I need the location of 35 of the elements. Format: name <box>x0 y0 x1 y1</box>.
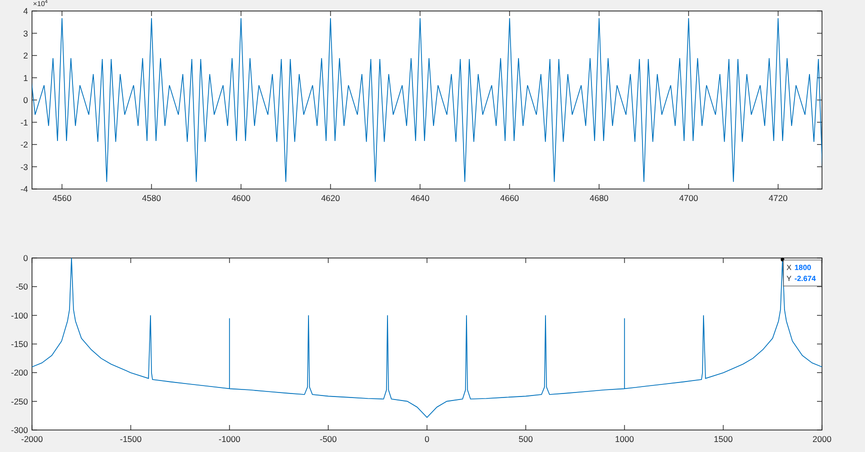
tick-label: 1 <box>23 72 28 83</box>
tick-label: -150 <box>10 339 28 349</box>
tick-label: 4560 <box>52 193 72 203</box>
tick-label: 4 <box>23 6 28 16</box>
tick-label: 500 <box>518 434 533 444</box>
tick-label: 2000 <box>812 434 832 444</box>
tick-label: -200 <box>10 368 28 378</box>
tick-label: 0 <box>23 95 28 105</box>
tick-label: 4580 <box>142 193 161 203</box>
tick-label: 4620 <box>321 193 340 203</box>
tick-label: 4720 <box>768 193 788 203</box>
tick-label: 3 <box>23 28 28 38</box>
tick-label: 0 <box>424 434 430 444</box>
tick-label: -1000 <box>218 434 240 444</box>
tick-label: -100 <box>10 310 28 320</box>
tick-label: -1 <box>20 117 28 128</box>
tick-label: 4660 <box>500 193 520 203</box>
tick-label: -500 <box>320 434 337 444</box>
tick-label: 4680 <box>590 193 609 203</box>
tick-label: 2 <box>23 50 28 60</box>
tick-label: -2 <box>20 140 28 150</box>
tick-label: -2000 <box>21 434 43 444</box>
tick-label: -1500 <box>120 434 142 444</box>
tick-label: -250 <box>10 396 28 406</box>
tick-label: -300 <box>10 425 28 435</box>
tick-label: 1000 <box>615 434 634 444</box>
tick-label: 4600 <box>232 193 250 203</box>
tick-label: -50 <box>16 282 28 292</box>
tick-label: -3 <box>20 162 28 172</box>
tick-label: 1500 <box>714 434 733 444</box>
tick-label: -4 <box>20 184 28 194</box>
tick-label: 0 <box>23 253 28 263</box>
tick-label: 4640 <box>410 193 430 203</box>
tick-label: 4700 <box>679 193 698 203</box>
data-tip-panel <box>783 260 822 286</box>
